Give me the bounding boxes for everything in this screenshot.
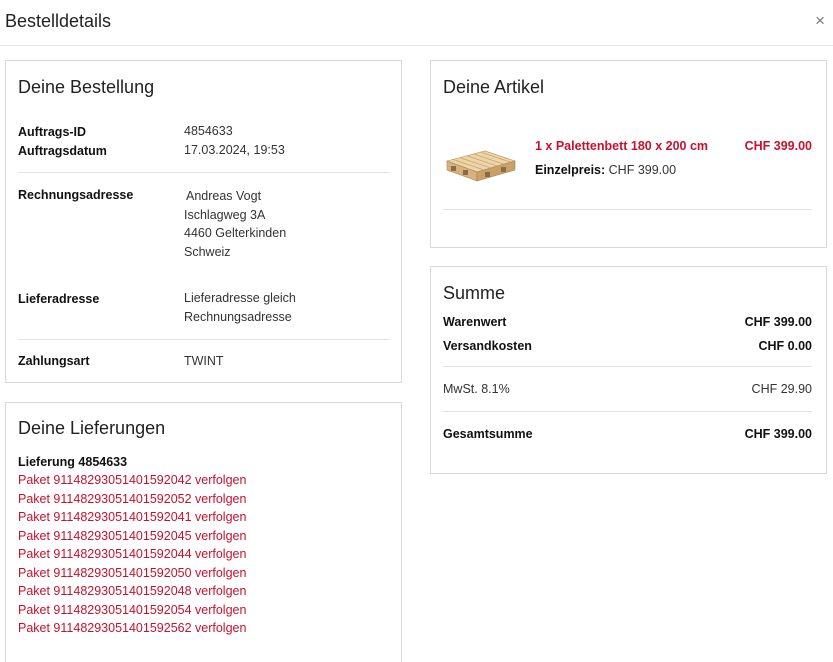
shipping-address-label: Lieferadresse [18, 292, 100, 306]
summary-card: Summe Warenwert CHF 399.00 Versandkosten… [430, 266, 827, 474]
payment-method-label: Zahlungsart [18, 354, 90, 368]
modal-header: Bestelldetails × [0, 0, 833, 46]
track-package-link[interactable]: Paket 91148293051401592050 verfolgen [18, 566, 246, 580]
deliveries-card-title: Deine Lieferungen [18, 418, 166, 438]
unit-price-value: CHF 399.00 [608, 163, 677, 177]
vat-label: MwSt. 8.1% [443, 382, 510, 396]
shipping-cost-label: Versandkosten [443, 339, 532, 353]
divider [443, 411, 812, 412]
track-package-link[interactable]: Paket 91148293051401592054 verfolgen [18, 603, 246, 617]
product-price: CHF 399.00 [744, 139, 812, 153]
shipping-cost-amount: CHF 0.00 [758, 339, 813, 353]
total-label: Gesamtsumme [443, 427, 533, 441]
billing-street: Ischlagweg 3A [184, 207, 266, 222]
track-package-link[interactable]: Paket 91148293051401592042 verfolgen [18, 473, 246, 487]
payment-method-value: TWINT [184, 354, 224, 368]
summary-card-title: Summe [443, 283, 506, 303]
billing-address-label: Rechnungsadresse [18, 188, 134, 202]
order-date-label: Auftragsdatum [18, 144, 107, 158]
goods-value-amount: CHF 399.00 [744, 315, 812, 329]
billing-name: Andreas Vogt [186, 189, 262, 203]
unit-price: Einzelpreis: CHF 399.00 [535, 161, 676, 180]
deliveries-card: Deine Lieferungen Lieferung 4854633 Pake… [5, 402, 402, 662]
order-card-title: Deine Bestellung [18, 77, 155, 97]
articles-card-title: Deine Artikel [443, 77, 545, 97]
track-package-link[interactable]: Paket 91148293051401592562 verfolgen [18, 621, 246, 635]
shipping-line-2: Rechnungsadresse [184, 309, 292, 324]
order-date-value: 17.03.2024, 19:53 [184, 143, 285, 157]
divider [18, 339, 389, 340]
track-package-link[interactable]: Paket 91148293051401592044 verfolgen [18, 547, 246, 561]
product-image[interactable] [443, 147, 517, 187]
billing-country: Schweiz [184, 244, 231, 259]
billing-address-value: Andreas Vogt Ischlagweg 3A 4460 Gelterki… [184, 187, 286, 261]
articles-card: Deine Artikel 1 x Palettenbett 180 x 200… [430, 60, 827, 248]
divider [443, 209, 812, 210]
track-package-link[interactable]: Paket 91148293051401592041 verfolgen [18, 510, 246, 524]
billing-city: 4460 Gelterkinden [184, 226, 287, 240]
order-id-label: Auftrags-ID [18, 125, 87, 139]
delivery-label: Lieferung 4854633 [18, 455, 128, 469]
order-card: Deine Bestellung Auftrags-ID 4854633 Auf… [5, 60, 402, 383]
track-package-link[interactable]: Paket 91148293051401592045 verfolgen [18, 529, 246, 543]
vat-amount: CHF 29.90 [751, 382, 812, 396]
shipping-line-1: Lieferadresse gleich [184, 291, 296, 305]
shipping-address-value: Lieferadresse gleich Rechnungsadresse [184, 289, 296, 326]
divider [18, 172, 389, 173]
close-icon[interactable]: × [815, 12, 825, 30]
total-amount: CHF 399.00 [744, 427, 812, 441]
goods-value-label: Warenwert [443, 315, 507, 329]
divider [443, 366, 812, 367]
modal-title: Bestelldetails [5, 11, 112, 31]
order-id-value: 4854633 [184, 124, 233, 138]
product-name-link[interactable]: 1 x Palettenbett 180 x 200 cm [535, 139, 708, 153]
track-package-link[interactable]: Paket 91148293051401592052 verfolgen [18, 492, 246, 506]
track-package-link[interactable]: Paket 91148293051401592048 verfolgen [18, 584, 246, 598]
pallet-bed-icon [446, 150, 517, 182]
unit-price-label: Einzelpreis: [535, 163, 606, 177]
